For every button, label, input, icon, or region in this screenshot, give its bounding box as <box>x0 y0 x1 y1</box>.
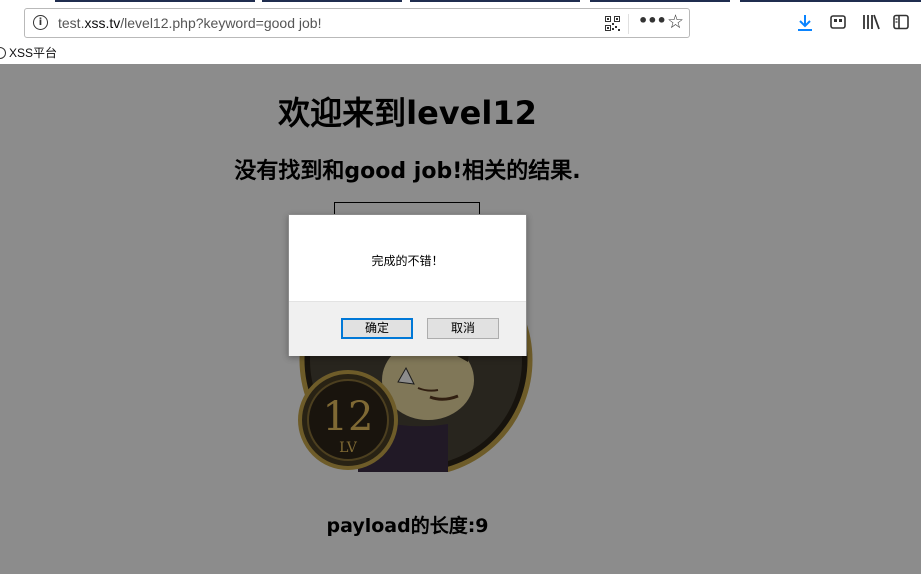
library-icon[interactable] <box>862 14 880 30</box>
download-icon[interactable] <box>797 14 813 32</box>
dialog-footer: 确定 取消 <box>289 301 526 356</box>
page-actions-icon[interactable]: ••• <box>638 11 667 30</box>
browser-toolbar: i test.xss.tv/level12.php?keyword=good j… <box>0 2 921 42</box>
globe-icon <box>0 47 6 59</box>
sidebar-icon[interactable] <box>893 14 909 30</box>
screenshot-icon[interactable] <box>830 14 846 30</box>
url-text[interactable]: test.xss.tv/level12.php?keyword=good job… <box>58 15 321 31</box>
cancel-button[interactable]: 取消 <box>427 318 499 339</box>
info-icon[interactable]: i <box>33 15 48 30</box>
dialog-message: 完成的不错！ <box>371 254 444 268</box>
address-bar[interactable]: i test.xss.tv/level12.php?keyword=good j… <box>24 8 690 38</box>
url-separator <box>628 14 629 34</box>
alert-dialog: 完成的不错！ 确定 取消 <box>288 214 527 356</box>
bookmark-star-icon[interactable]: ☆ <box>667 12 684 32</box>
bookmark-label: XSS平台 <box>9 46 58 60</box>
bookmarks-toolbar: XSS平台 <box>0 42 921 64</box>
ok-button[interactable]: 确定 <box>341 318 413 339</box>
qr-code-icon[interactable] <box>605 16 620 31</box>
bookmark-xss-platform[interactable]: XSS平台 <box>0 44 57 61</box>
